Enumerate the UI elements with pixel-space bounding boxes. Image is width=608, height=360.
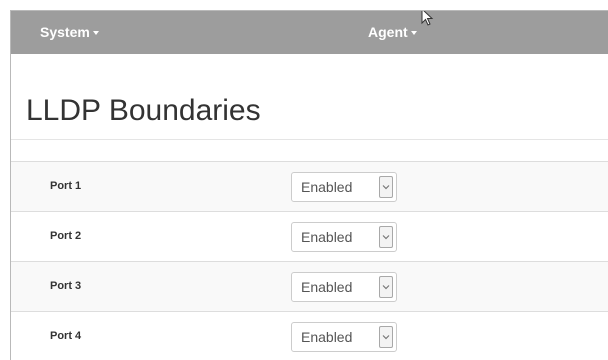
port-row-4: Port 4 Enabled — [11, 311, 608, 360]
port-label: Port 2 — [50, 230, 82, 242]
select-value: Enabled — [301, 329, 353, 345]
chevron-down-icon[interactable] — [379, 176, 393, 198]
nav-agent-label: Agent — [368, 24, 408, 40]
nav-system-dropdown[interactable]: System — [40, 11, 99, 54]
select-value: Enabled — [301, 279, 353, 295]
port-row-2: Port 2 Enabled — [11, 211, 608, 261]
chevron-down-icon[interactable] — [379, 326, 393, 348]
port-label: Port 1 — [50, 180, 82, 192]
nav-system-label: System — [40, 24, 90, 40]
port-label: Port 4 — [50, 330, 82, 342]
chevron-down-icon[interactable] — [379, 226, 393, 248]
port-label: Port 3 — [50, 280, 82, 292]
top-navbar: System Agent — [11, 11, 608, 54]
page-title: LLDP Boundaries — [26, 94, 261, 127]
caret-down-icon — [92, 31, 99, 36]
title-divider — [11, 139, 608, 140]
port-2-status-select[interactable]: Enabled — [291, 222, 397, 252]
port-row-1: Port 1 Enabled — [11, 161, 608, 211]
mouse-pointer-icon — [421, 11, 434, 26]
chevron-down-icon[interactable] — [379, 276, 393, 298]
port-4-status-select[interactable]: Enabled — [291, 322, 397, 352]
select-value: Enabled — [301, 229, 353, 245]
caret-down-icon — [410, 31, 417, 36]
port-3-status-select[interactable]: Enabled — [291, 272, 397, 302]
port-table: Port 1 Enabled Port 2 Enabled Port 3 Ena… — [11, 161, 608, 360]
select-value: Enabled — [301, 179, 353, 195]
app-frame: System Agent LLDP Boundaries Port 1 Enab… — [10, 10, 608, 360]
nav-agent-dropdown[interactable]: Agent — [368, 11, 417, 54]
port-1-status-select[interactable]: Enabled — [291, 172, 397, 202]
port-row-3: Port 3 Enabled — [11, 261, 608, 311]
